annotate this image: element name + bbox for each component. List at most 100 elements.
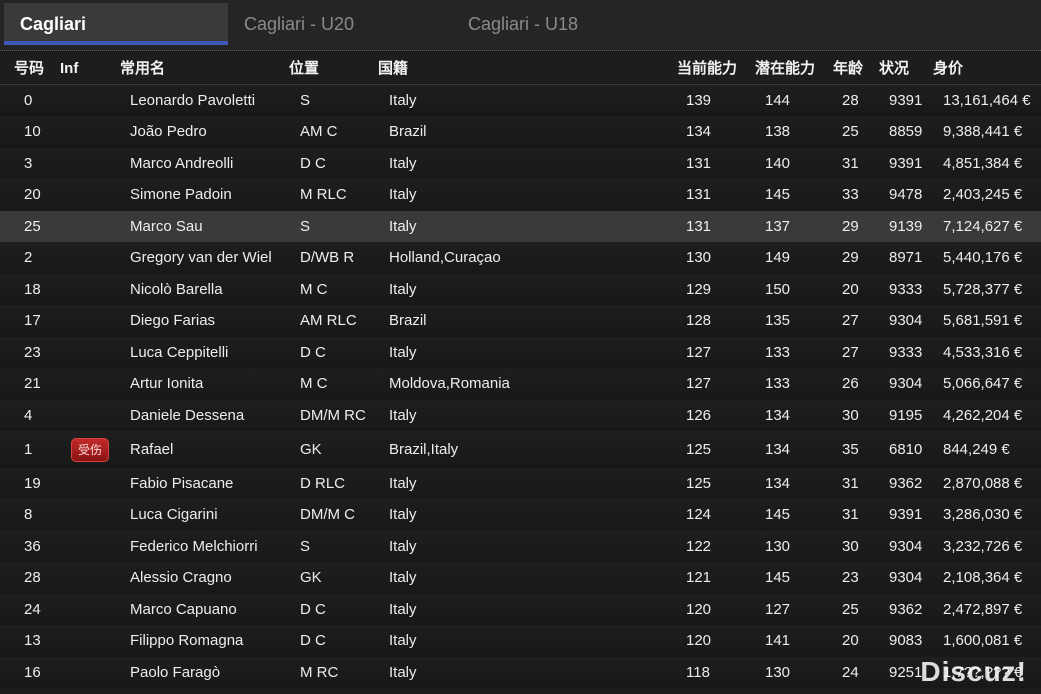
player-position: GK (300, 441, 322, 458)
player-position: D C (300, 344, 326, 361)
player-current-ability: 128 (686, 312, 712, 329)
player-number: 23 (24, 344, 41, 361)
player-position: D RLC (300, 475, 346, 492)
player-position: D C (300, 632, 326, 649)
player-name: Fabio Pisacane (130, 475, 234, 492)
table-row[interactable]: 24 Marco Capuano D C Italy 120 127 25 9362 2,472… (0, 594, 1041, 625)
player-position: D C (300, 601, 326, 618)
player-condition: 9304 (889, 375, 923, 392)
table-row[interactable]: 1 Rafael GK Brazil,Italy 125 134 35 6810 844,249… (0, 431, 1041, 468)
table-row[interactable]: 3 Marco Andreolli D C Italy 131 140 31 9391 4,85… (0, 148, 1041, 179)
table-row[interactable]: 0 Leonardo Pavoletti S Italy 139 144 28 9391 13,… (0, 85, 1041, 116)
squad-tabs: Cagliari Cagliari - U20 Cagliari - U18 (0, 0, 1041, 51)
player-age: 35 (842, 441, 859, 458)
player-age: 27 (842, 344, 859, 361)
player-name: João Pedro (130, 123, 207, 140)
player-condition: 9304 (889, 569, 923, 586)
player-value: 4,533,316 € (943, 344, 1023, 361)
player-position: D C (300, 155, 326, 172)
table-row[interactable]: 2 Gregory van der Wiel D/WB R Holland,Curaç… (0, 242, 1041, 274)
table-row[interactable]: 28 Alessio Cragno GK Italy 121 145 23 9304 2,108… (0, 562, 1041, 594)
table-row[interactable]: 10 João Pedro AM C Brazil 134 138 25 8859 9,388,… (0, 116, 1041, 148)
column-header-name[interactable]: 常用名 (120, 54, 165, 84)
tab-cagliari[interactable]: Cagliari (4, 3, 228, 45)
player-age: 20 (842, 632, 859, 649)
player-current-ability: 134 (686, 123, 712, 140)
player-nationality: Italy (389, 601, 417, 618)
player-potential-ability: 134 (765, 475, 791, 492)
column-header-condition[interactable]: 状况 (879, 54, 909, 84)
player-age: 26 (842, 375, 859, 392)
player-nationality: Italy (389, 281, 417, 298)
player-value: 13,161,464 € (943, 92, 1031, 109)
player-condition: 9333 (889, 344, 923, 361)
injury-badge[interactable]: 受伤 (71, 438, 109, 462)
player-position: M C (300, 375, 328, 392)
table-row[interactable]: 8 Luca Cigarini DM/M C Italy 124 145 31 9391 3,2… (0, 499, 1041, 531)
player-name: Federico Melchiorri (130, 538, 258, 555)
column-header-current-ability[interactable]: 当前能力 (677, 54, 737, 84)
column-header-nationality[interactable]: 国籍 (378, 54, 408, 84)
player-condition: 9391 (889, 155, 923, 172)
player-condition: 9304 (889, 312, 923, 329)
player-name: Alessio Cragno (130, 569, 232, 586)
column-header-value[interactable]: 身价 (933, 54, 963, 84)
player-condition: 9139 (889, 218, 923, 235)
player-current-ability: 121 (686, 569, 712, 586)
player-value: 844,249 € (943, 441, 1010, 458)
player-potential-ability: 127 (765, 601, 791, 618)
player-number: 18 (24, 281, 41, 298)
player-value: 5,728,377 € (943, 281, 1023, 298)
player-position: AM C (300, 123, 338, 140)
table-row[interactable]: 18 Nicolò Barella M C Italy 129 150 20 9333 5,72… (0, 274, 1041, 305)
player-position: DM/M C (300, 506, 355, 523)
player-position: M RLC (300, 186, 347, 203)
column-header-position[interactable]: 位置 (289, 54, 319, 84)
player-nationality: Italy (389, 407, 417, 424)
column-header-inf[interactable]: Inf (60, 54, 78, 84)
player-number: 19 (24, 475, 41, 492)
player-value: 5,066,647 € (943, 375, 1023, 392)
player-name: Marco Sau (130, 218, 203, 235)
player-age: 25 (842, 123, 859, 140)
table-row[interactable]: 16 Paolo Faragò M RC Italy 118 130 24 9251 1,7??… (0, 657, 1041, 688)
table-row[interactable]: 19 Fabio Pisacane D RLC Italy 125 134 31 9362 2,… (0, 468, 1041, 499)
player-potential-ability: 149 (765, 249, 791, 266)
player-potential-ability: 141 (765, 632, 791, 649)
player-condition: 9391 (889, 506, 923, 523)
player-potential-ability: 140 (765, 155, 791, 172)
table-row[interactable]: 17 Diego Farias AM RLC Brazil 128 135 27 9304 5,… (0, 305, 1041, 337)
player-current-ability: 120 (686, 601, 712, 618)
tab-cagliari-u18[interactable]: Cagliari - U18 (452, 3, 676, 45)
player-position: S (300, 218, 311, 235)
table-row[interactable]: 13 Filippo Romagna D C Italy 120 141 20 9083 1,6… (0, 625, 1041, 657)
player-value: 2,472,897 € (943, 601, 1023, 618)
table-row[interactable]: 23 Luca Ceppitelli D C Italy 127 133 27 9333 4,5… (0, 337, 1041, 368)
player-position: D/WB R (300, 249, 355, 266)
player-potential-ability: 137 (765, 218, 791, 235)
player-nationality: Brazil (389, 312, 427, 329)
player-nationality: Italy (389, 92, 417, 109)
player-age: 31 (842, 155, 859, 172)
table-row[interactable]: 36 Federico Melchiorri S Italy 122 130 30 9304 3… (0, 531, 1041, 562)
table-row[interactable]: 4 Daniele Dessena DM/M RC Italy 126 134 30 9195… (0, 400, 1041, 431)
player-current-ability: 124 (686, 506, 712, 523)
player-nationality: Holland,Curaçao (389, 249, 501, 266)
player-nationality: Italy (389, 632, 417, 649)
player-number: 28 (24, 569, 41, 586)
player-name: Gregory van der Wiel (130, 249, 272, 266)
column-header-number[interactable]: 号码 (14, 54, 44, 84)
player-number: 24 (24, 601, 41, 618)
player-name: Marco Andreolli (130, 155, 234, 172)
player-position: S (300, 92, 311, 109)
tab-cagliari-u20[interactable]: Cagliari - U20 (228, 3, 452, 45)
player-condition: 9333 (889, 281, 923, 298)
column-header-potential-ability[interactable]: 潜在能力 (755, 54, 815, 84)
table-row[interactable]: 20 Simone Padoin M RLC Italy 131 145 33 9478 2,4… (0, 179, 1041, 211)
player-condition: 9478 (889, 186, 923, 203)
table-row[interactable]: 25 Marco Sau S Italy 131 137 29 9139 7,124,627 € (0, 211, 1041, 242)
table-row[interactable]: 21 Artur Ionita M C Moldova,Romania 127 133 26… (0, 368, 1041, 400)
player-potential-ability: 145 (765, 506, 791, 523)
column-header-age[interactable]: 年龄 (833, 54, 863, 84)
player-number: 10 (24, 123, 41, 140)
